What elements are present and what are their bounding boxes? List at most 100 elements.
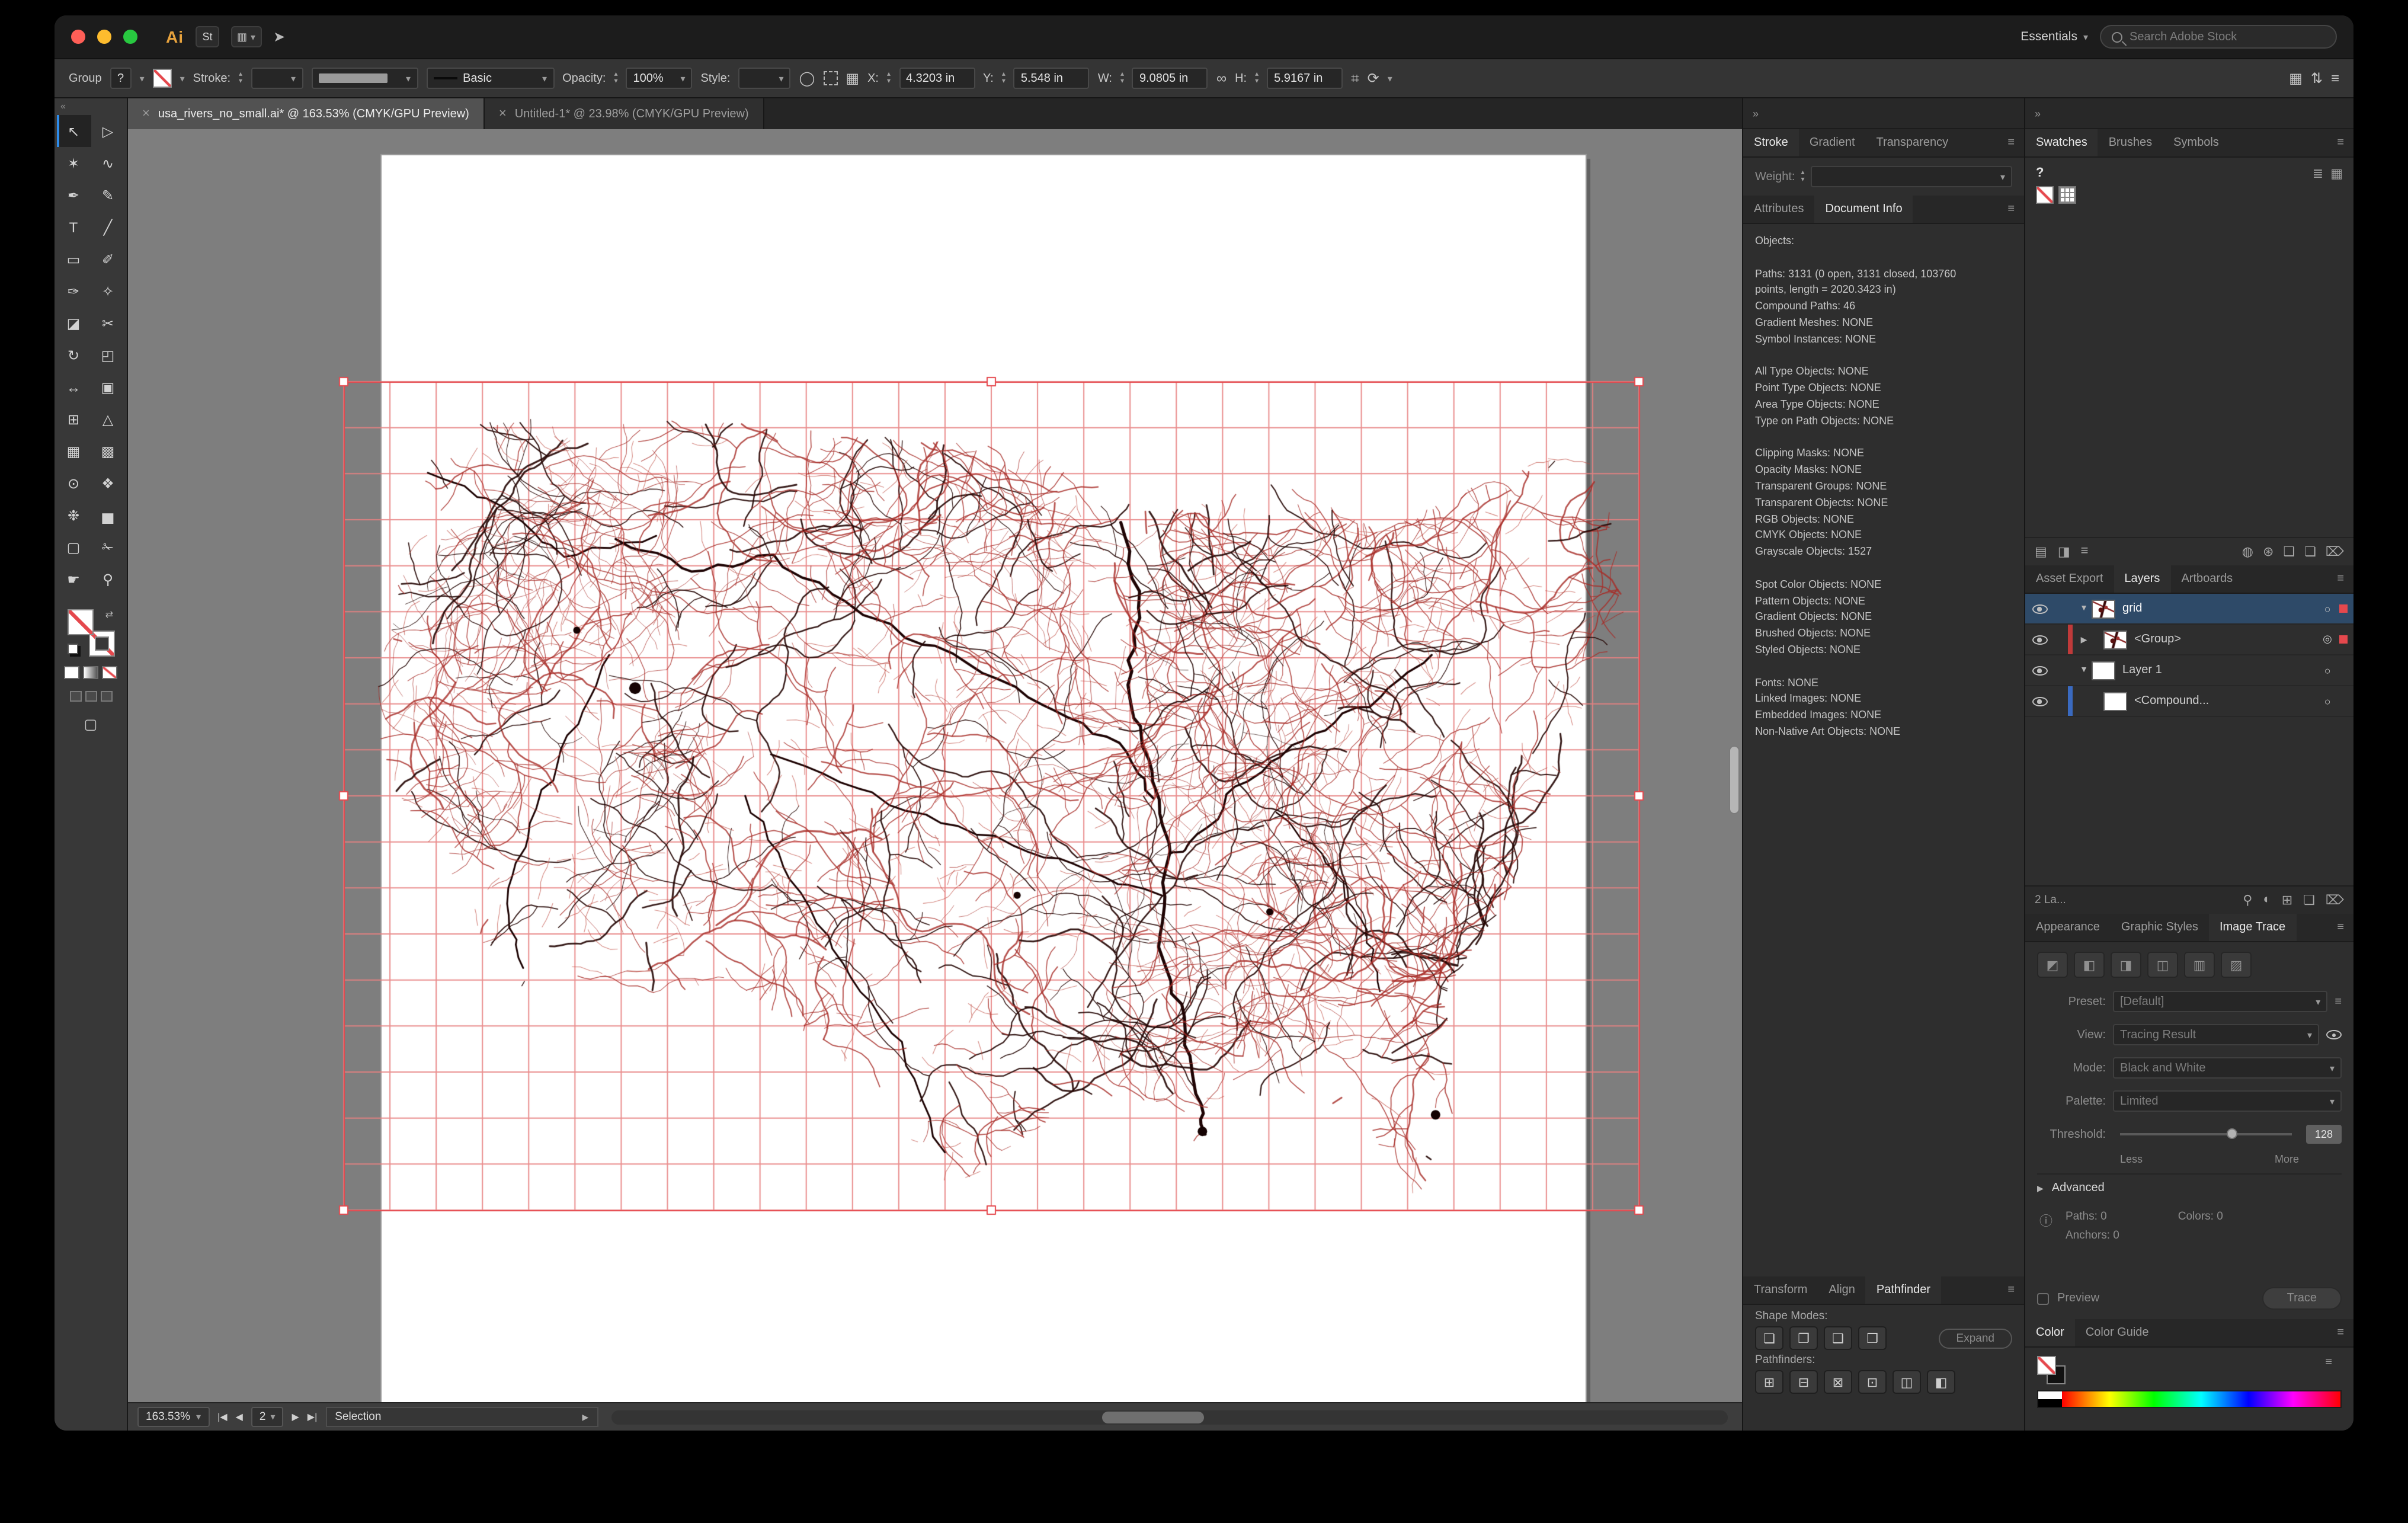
panel-menu-icon[interactable]: ≡ [2327, 129, 2353, 156]
view-dropdown[interactable]: Tracing Result ▾ [2113, 1024, 2319, 1045]
opacity-dropdown[interactable]: 100% ▾ [626, 68, 693, 89]
column-graph-tool[interactable]: ▅ [91, 499, 125, 531]
trace-outline-icon[interactable]: ▨ [2221, 952, 2252, 978]
x-stepper[interactable]: ▴ ▾ [887, 71, 891, 85]
zoom-level-dropdown[interactable]: 163.53% ▾ [137, 1407, 210, 1427]
artboard-number-field[interactable]: 2 ▾ [251, 1407, 284, 1427]
black-white-ramp[interactable] [2038, 1391, 2062, 1407]
panel-tab[interactable]: Align [1818, 1276, 1866, 1304]
x-value-field[interactable]: 4.3203 in [899, 68, 975, 89]
magic-wand-tool[interactable]: ✶ [56, 147, 91, 179]
panel-menu-icon[interactable]: ≡ [2316, 1356, 2342, 1369]
eyedropper-tool[interactable]: ⊙ [56, 467, 91, 499]
unite-button[interactable]: ❏ [1755, 1326, 1783, 1350]
hand-tool[interactable]: ☛ [56, 563, 91, 595]
trim-button[interactable]: ⊟ [1789, 1370, 1818, 1394]
layer-thumbnail[interactable] [2092, 599, 2115, 618]
workspace-switcher[interactable]: Essentials ▾ [2020, 30, 2088, 44]
gradient-tool[interactable]: ▩ [91, 435, 125, 467]
collapse-panel-icon[interactable]: » [1753, 107, 1759, 119]
swatch-kinds-icon[interactable]: ◨ [2058, 544, 2070, 559]
w-value-field[interactable]: 9.0805 in [1132, 68, 1208, 89]
document-canvas[interactable] [128, 129, 1742, 1402]
palette-dropdown[interactable]: Limited ▾ [2113, 1090, 2342, 1112]
scale-tool[interactable]: ◰ [91, 339, 125, 371]
threshold-slider[interactable] [2120, 1128, 2292, 1139]
panel-tab[interactable]: Stroke [1743, 129, 1799, 156]
stroke-weight-stepper[interactable]: ▴ ▾ [239, 71, 242, 85]
expand-chevron-icon[interactable]: ▶ [2076, 635, 2092, 644]
advanced-disclosure[interactable]: ▶ Advanced [2037, 1173, 2342, 1202]
merge-button[interactable]: ⊠ [1824, 1370, 1852, 1394]
rainbow-ramp[interactable] [2062, 1391, 2340, 1407]
rotate-options-icon[interactable]: ⟳ [1368, 70, 1379, 87]
zoom-tool[interactable]: ⚲ [91, 563, 125, 595]
h-stepper[interactable]: ▴ ▾ [1255, 71, 1259, 85]
layer-name[interactable]: Layer 1 [2122, 664, 2319, 677]
panel-tab[interactable]: Transform [1743, 1276, 1818, 1304]
threshold-slider-knob[interactable] [2226, 1128, 2237, 1139]
<Compound...[interactable]: <Compound... ○ [2025, 686, 2353, 717]
swatch-options-icon[interactable]: ≡ [2081, 544, 2089, 559]
scissors-tool[interactable]: ✂ [91, 307, 125, 339]
layer-name[interactable]: grid [2122, 602, 2319, 615]
list-view-icon[interactable]: ≣ [2313, 166, 2323, 181]
threshold-value-field[interactable]: 128 [2306, 1125, 2342, 1144]
swatch-libraries-icon[interactable]: ▤ [2035, 544, 2047, 559]
Layer 1[interactable]: ▼ Layer 1 ○ [2025, 655, 2353, 686]
divide-button[interactable]: ⊞ [1755, 1370, 1783, 1394]
preview-checkbox[interactable] [2037, 1292, 2049, 1304]
variable-width-dropdown[interactable]: ▾ [311, 68, 418, 89]
draw-behind-button[interactable] [85, 691, 97, 702]
panel-tab[interactable]: Transparency [1866, 129, 1959, 156]
locate-object-icon[interactable]: ⚲ [2243, 892, 2252, 908]
isolate-object-icon[interactable] [823, 71, 838, 85]
chevron-down-icon[interactable]: ▾ [1388, 73, 1392, 84]
color-mode-button[interactable] [64, 666, 79, 679]
line-segment-tool[interactable]: ╱ [91, 211, 125, 243]
minimize-window-button[interactable] [97, 30, 111, 44]
shaper-tool[interactable]: ✧ [91, 275, 125, 307]
target-circle-icon[interactable]: ○ [2319, 603, 2336, 615]
visibility-eye-icon[interactable] [2025, 696, 2054, 706]
direct-selection-tool[interactable]: ▷ [91, 115, 125, 147]
intersect-button[interactable]: ❑ [1824, 1326, 1852, 1350]
grid[interactable]: ▼ grid ○ [2025, 594, 2353, 625]
target-circle-icon[interactable]: ○ [2319, 664, 2336, 676]
trace-low-color-icon[interactable]: ◨ [2111, 952, 2141, 978]
swap-fill-stroke-icon[interactable]: ⇄ [105, 609, 113, 620]
layer-thumbnail[interactable] [2103, 630, 2127, 649]
panel-tab[interactable]: Brushes [2098, 129, 2163, 156]
new-swatch-icon[interactable]: ❏ [2304, 544, 2316, 559]
recolor-artwork-icon[interactable]: ◯ [799, 70, 815, 87]
previous-artboard-button[interactable]: ◀ [236, 1412, 243, 1422]
expand-chevron-icon[interactable]: ▼ [2076, 666, 2092, 674]
blend-tool[interactable]: ❖ [91, 467, 125, 499]
panel-tab[interactable]: Color [2025, 1319, 2075, 1346]
minus-front-button[interactable]: ❐ [1789, 1326, 1818, 1350]
new-sublayer-icon[interactable]: ⊞ [2282, 892, 2292, 908]
share-icon[interactable]: ➤ [273, 28, 285, 45]
shear-icon[interactable]: ⌗ [1351, 69, 1359, 87]
edit-color-icon[interactable]: ⊛ [2263, 544, 2273, 559]
panel-menu-icon[interactable]: ≡ [2327, 565, 2353, 593]
delete-swatch-icon[interactable]: ⌦ [2326, 544, 2344, 559]
next-artboard-button[interactable]: ▶ [292, 1412, 299, 1422]
horizontal-scroll-thumb[interactable] [1102, 1411, 1205, 1423]
panel-menu-icon[interactable]: ≡ [1998, 129, 2024, 156]
layer-thumbnail[interactable] [2103, 692, 2127, 711]
status-display[interactable]: Selection ▶ [325, 1407, 598, 1427]
vertical-scroll-thumb[interactable] [1729, 745, 1740, 814]
fill-proxy[interactable] [67, 609, 93, 635]
layer-name[interactable]: <Compound... [2134, 695, 2319, 708]
preset-menu-icon[interactable]: ≡ [2335, 995, 2342, 1008]
trace-button[interactable]: Trace [2262, 1287, 2342, 1310]
<Group>[interactable]: ▶ <Group> ◎ [2025, 625, 2353, 655]
preset-dropdown[interactable]: [Default] ▾ [2113, 991, 2328, 1012]
close-window-button[interactable] [71, 30, 85, 44]
rotate-tool[interactable]: ↻ [56, 339, 91, 371]
paintbrush-tool[interactable]: ✐ [91, 243, 125, 275]
grid-view-icon[interactable]: ▦ [2330, 166, 2343, 181]
default-fill-stroke-icon[interactable] [67, 644, 78, 654]
view-eye-icon[interactable] [2326, 1030, 2342, 1039]
